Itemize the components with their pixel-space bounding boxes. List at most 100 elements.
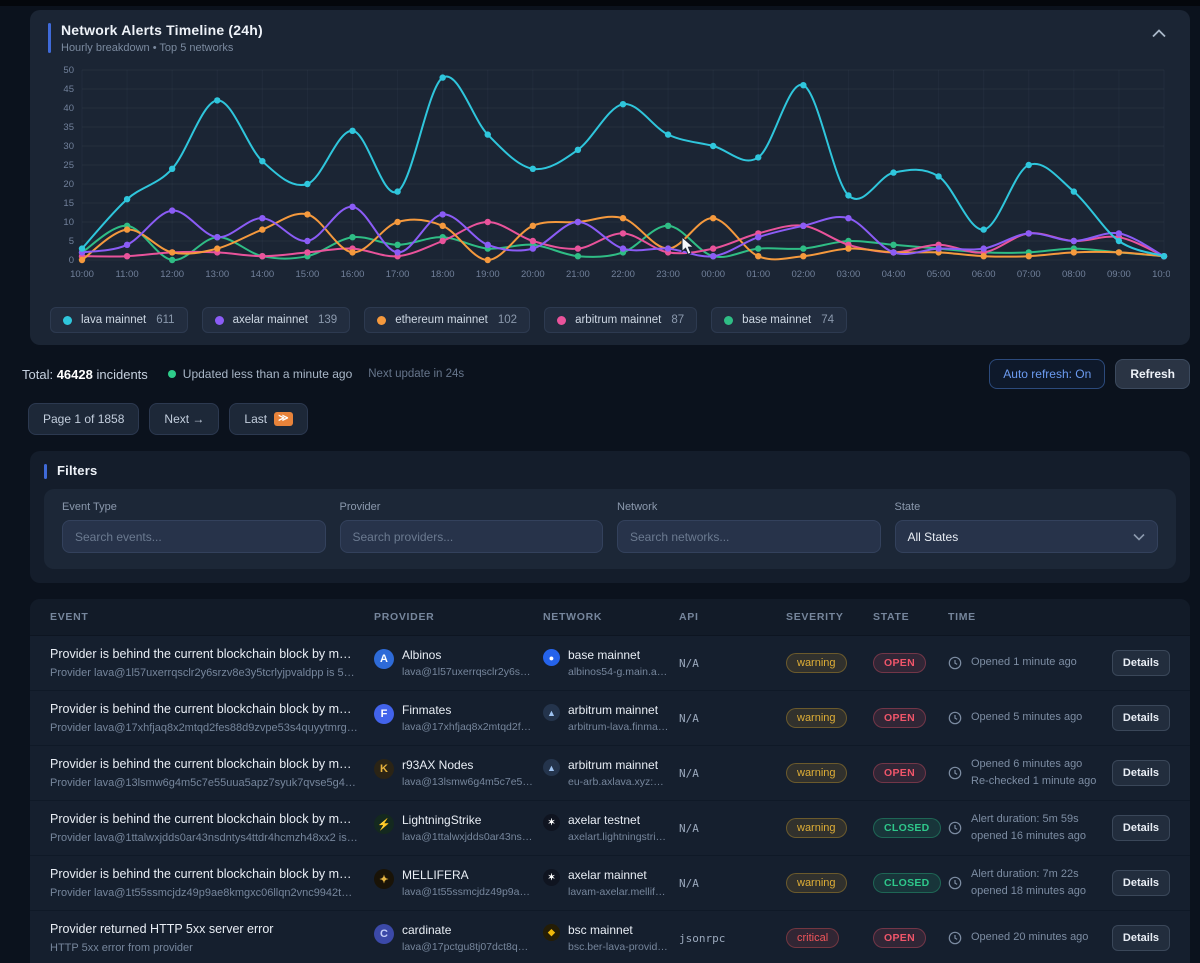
api-value: N/A — [679, 822, 786, 835]
svg-text:23:00: 23:00 — [656, 269, 680, 280]
svg-text:01:00: 01:00 — [746, 269, 770, 280]
chart-panel: Network Alerts Timeline (24h) Hourly bre… — [30, 10, 1190, 345]
network-cell: ◆ bsc mainnet bsc.ber-lava-provider1... — [543, 923, 679, 953]
table-row: Provider is behind the current blockchai… — [30, 801, 1190, 856]
network-cell: ● base mainnet albinos54-g.main.astra... — [543, 648, 679, 678]
series-color-dot — [377, 316, 386, 325]
provider-cell: ⚡ LightningStrike lava@1ttalwxjdds0ar43n… — [374, 813, 543, 843]
svg-text:15:00: 15:00 — [296, 269, 320, 280]
column-state: STATE — [873, 611, 948, 623]
svg-text:50: 50 — [63, 65, 74, 76]
time-text: Opened 20 minutes ago — [971, 929, 1088, 946]
provider-address: lava@1l57uxerrqsclr2y6srzv8e... — [402, 666, 533, 678]
severity-badge: warning — [786, 873, 847, 893]
network-search-input[interactable] — [617, 520, 881, 553]
chevron-down-icon — [1133, 533, 1145, 541]
network-icon: ● — [543, 649, 560, 666]
legend-item[interactable]: base mainnet74 — [711, 307, 847, 333]
event-subtitle: HTTP 5xx error from provider — [50, 942, 374, 954]
provider-cell: A Albinos lava@1l57uxerrqsclr2y6srzv8e..… — [374, 648, 543, 678]
details-button[interactable]: Details — [1112, 815, 1170, 841]
event-type-label: Event Type — [62, 501, 326, 513]
series-color-dot — [63, 316, 72, 325]
legend-item[interactable]: axelar mainnet139 — [202, 307, 351, 333]
details-button[interactable]: Details — [1112, 760, 1170, 786]
next-page-button[interactable]: Next → — [149, 403, 219, 435]
provider-avatar: F — [374, 704, 394, 724]
details-button[interactable]: Details — [1112, 925, 1170, 951]
network-name: axelar mainnet — [568, 868, 669, 882]
details-button[interactable]: Details — [1112, 705, 1170, 731]
network-endpoint: albinos54-g.main.astra... — [568, 666, 669, 678]
series-name: arbitrum mainnet — [575, 314, 661, 326]
svg-text:35: 35 — [63, 122, 74, 133]
auto-refresh-toggle[interactable]: Auto refresh: On — [989, 359, 1105, 389]
series-color-dot — [557, 316, 566, 325]
column-severity: SEVERITY — [786, 611, 873, 623]
provider-avatar: A — [374, 649, 394, 669]
chevron-up-icon — [1152, 29, 1166, 38]
table-header: EVENT PROVIDER NETWORK API SEVERITY STAT… — [30, 599, 1190, 636]
state-select[interactable]: All States — [895, 520, 1159, 553]
svg-text:20:00: 20:00 — [521, 269, 545, 280]
network-endpoint: arbitrum-lava.finmates... — [568, 721, 669, 733]
legend-item[interactable]: arbitrum mainnet87 — [544, 307, 697, 333]
last-page-button[interactable]: Last ≫ — [229, 403, 307, 435]
provider-name: LightningStrike — [402, 813, 533, 827]
live-dot-icon — [168, 370, 176, 378]
svg-text:10: 10 — [63, 217, 74, 228]
clock-icon — [948, 931, 962, 945]
legend-item[interactable]: lava mainnet611 — [50, 307, 188, 333]
svg-text:05:00: 05:00 — [927, 269, 951, 280]
svg-text:00:00: 00:00 — [701, 269, 725, 280]
series-color-dot — [215, 316, 224, 325]
pagination: Page 1 of 1858 Next → Last ≫ — [28, 403, 1190, 435]
network-name: base mainnet — [568, 648, 669, 662]
api-value: N/A — [679, 767, 786, 780]
svg-text:30: 30 — [63, 141, 74, 152]
column-network: NETWORK — [543, 611, 679, 623]
details-button[interactable]: Details — [1112, 650, 1170, 676]
clock-icon — [948, 876, 962, 890]
collapse-chart-button[interactable] — [1146, 22, 1172, 45]
series-name: lava mainnet — [81, 314, 146, 326]
severity-badge: warning — [786, 763, 847, 783]
network-cell: ✶ axelar mainnet lavam-axelar.mellifera.… — [543, 868, 679, 898]
svg-text:08:00: 08:00 — [1062, 269, 1086, 280]
details-button[interactable]: Details — [1112, 870, 1170, 896]
network-name: axelar testnet — [568, 813, 669, 827]
time-cell: Opened 6 minutes agoRe-checked 1 minute … — [948, 756, 1100, 790]
chart-legend: lava mainnet611 axelar mainnet139 ethereum… — [50, 307, 1172, 333]
state-badge: OPEN — [873, 763, 926, 783]
provider-cell: C cardinate lava@17pctgu8tj07dct8q4mu... — [374, 923, 543, 953]
provider-avatar: K — [374, 759, 394, 779]
svg-text:12:00: 12:00 — [160, 269, 184, 280]
svg-text:25: 25 — [63, 160, 74, 171]
clock-icon — [948, 766, 962, 780]
column-time: TIME — [948, 611, 1100, 623]
table-row: Provider is behind the current blockchai… — [30, 746, 1190, 801]
api-value: N/A — [679, 657, 786, 670]
severity-badge: warning — [786, 818, 847, 838]
network-icon: ✶ — [543, 814, 560, 831]
provider-name: r93AX Nodes — [402, 758, 533, 772]
provider-cell: F Finmates lava@17xhfjaq8x2mtqd2fes88... — [374, 703, 543, 733]
svg-text:14:00: 14:00 — [250, 269, 274, 280]
svg-text:19:00: 19:00 — [476, 269, 500, 280]
event-type-search-input[interactable] — [62, 520, 326, 553]
severity-badge: critical — [786, 928, 839, 948]
provider-search-input[interactable] — [340, 520, 604, 553]
legend-item[interactable]: ethereum mainnet102 — [364, 307, 530, 333]
provider-address: lava@1t55ssmcjdz49p9ae8km... — [402, 886, 533, 898]
state-badge: CLOSED — [873, 818, 941, 838]
provider-address: lava@13lsmw6g4m5c7e55uu... — [402, 776, 533, 788]
top-strip — [0, 0, 1200, 6]
network-name: bsc mainnet — [568, 923, 669, 937]
refresh-button[interactable]: Refresh — [1115, 359, 1190, 389]
total-value: 46428 — [57, 367, 93, 382]
provider-label: Provider — [340, 501, 604, 513]
event-subtitle: Provider lava@1l57uxerrqsclr2y6srzv8e3y5… — [50, 667, 374, 679]
network-cell: ✶ axelar testnet axelart.lightningstrike… — [543, 813, 679, 843]
state-badge: OPEN — [873, 708, 926, 728]
table-row: Provider returned HTTP 5xx server error … — [30, 911, 1190, 963]
